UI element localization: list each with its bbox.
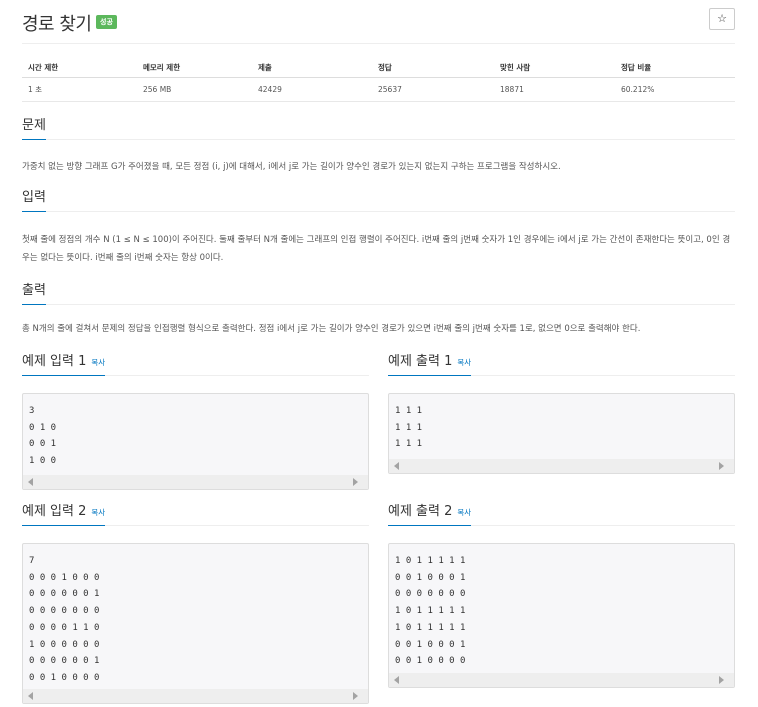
memory-limit-value: 256 MB: [137, 77, 252, 102]
col-time-limit: 시간 제한: [22, 58, 137, 78]
horizontal-scrollbar[interactable]: [23, 689, 368, 703]
info-header-row: 시간 제한 메모리 제한 제출 정답 맞힌 사람 정답 비율: [22, 58, 735, 78]
input-section-header: 입력: [22, 186, 735, 212]
horizontal-scrollbar[interactable]: [23, 475, 368, 489]
output-description: 총 N개의 줄에 걸쳐서 문제의 정답을 인접행렬 형식으로 출력한다. 정점 …: [22, 324, 641, 334]
input-heading: 입력: [22, 186, 46, 212]
star-icon: ☆: [717, 12, 727, 25]
problem-description: 가중치 없는 방향 그래프 G가 주어졌을 때, 모든 정점 (i, j)에 대…: [22, 162, 561, 172]
copy-sample-input-2-button[interactable]: 복사: [91, 508, 105, 517]
sample-output-2-content: 1 0 1 1 1 1 1 0 0 1 0 0 0 1 0 0 0 0 0 0 …: [395, 556, 466, 667]
sample-input-1-title: 예제 입력 1 복사: [22, 350, 106, 376]
output-section-header: 출력: [22, 279, 735, 305]
problem-heading: 문제: [22, 114, 46, 140]
problem-section-header: 문제: [22, 114, 735, 140]
col-accepted: 정답: [372, 58, 494, 78]
accept-ratio-value: 60.212%: [615, 77, 735, 102]
status-badge: 성공: [96, 15, 117, 29]
submissions-value: 42429: [252, 77, 372, 102]
scroll-right-icon[interactable]: [353, 478, 358, 486]
col-solved-users: 맞힌 사람: [494, 58, 615, 78]
accepted-value: 25637: [372, 77, 494, 102]
sample-input-1-content: 3 0 1 0 0 0 1 1 0 0: [29, 406, 57, 467]
sample-input-1-box[interactable]: 3 0 1 0 0 0 1 1 0 0: [22, 393, 369, 490]
solved-users-value: 18871: [494, 77, 615, 102]
scroll-right-icon[interactable]: [719, 676, 724, 684]
output-heading: 출력: [22, 279, 46, 305]
sample-input-2-title: 예제 입력 2 복사: [22, 500, 106, 526]
copy-sample-output-2-button[interactable]: 복사: [457, 508, 471, 517]
scroll-left-icon[interactable]: [28, 478, 33, 486]
sample-input-1-header: 예제 입력 1 복사: [22, 350, 369, 376]
sample-output-2-header: 예제 출력 2 복사: [388, 500, 735, 526]
col-accept-ratio: 정답 비율: [615, 58, 735, 78]
sample-input-2-content: 7 0 0 0 1 0 0 0 0 0 0 0 0 0 1 0 0 0 0 0 …: [29, 556, 100, 683]
scroll-right-icon[interactable]: [719, 462, 724, 470]
scroll-left-icon[interactable]: [28, 692, 33, 700]
scroll-right-icon[interactable]: [353, 692, 358, 700]
sample-output-1-box[interactable]: 1 1 1 1 1 1 1 1 1: [388, 393, 735, 474]
time-limit-value: 1 초: [22, 77, 137, 102]
horizontal-scrollbar[interactable]: [389, 459, 734, 473]
horizontal-scrollbar[interactable]: [389, 673, 734, 687]
col-submissions: 제출: [252, 58, 372, 78]
problem-info-table: 시간 제한 메모리 제한 제출 정답 맞힌 사람 정답 비율 1 초 256 M…: [22, 58, 735, 102]
input-description: 첫째 줄에 정점의 개수 N (1 ≤ N ≤ 100)이 주어진다. 둘째 줄…: [22, 235, 731, 263]
sample-output-2-box[interactable]: 1 0 1 1 1 1 1 0 0 1 0 0 0 1 0 0 0 0 0 0 …: [388, 543, 735, 688]
info-value-row: 1 초 256 MB 42429 25637 18871 60.212%: [22, 77, 735, 102]
scroll-left-icon[interactable]: [394, 462, 399, 470]
star-button[interactable]: ☆: [709, 8, 735, 30]
col-memory-limit: 메모리 제한: [137, 58, 252, 78]
sample-output-1-title: 예제 출력 1 복사: [388, 350, 472, 376]
sample-output-1-header: 예제 출력 1 복사: [388, 350, 735, 376]
sample-input-2-box[interactable]: 7 0 0 0 1 0 0 0 0 0 0 0 0 0 1 0 0 0 0 0 …: [22, 543, 369, 704]
problem-header: 경로 찾기 성공 ☆: [22, 8, 735, 42]
page-title: 경로 찾기: [22, 14, 92, 35]
sample-input-2-header: 예제 입력 2 복사: [22, 500, 369, 526]
scroll-left-icon[interactable]: [394, 676, 399, 684]
title-divider: [22, 43, 735, 44]
copy-sample-output-1-button[interactable]: 복사: [457, 358, 471, 367]
sample-output-1-content: 1 1 1 1 1 1 1 1 1: [395, 406, 423, 450]
sample-output-2-title: 예제 출력 2 복사: [388, 500, 472, 526]
copy-sample-input-1-button[interactable]: 복사: [91, 358, 105, 367]
